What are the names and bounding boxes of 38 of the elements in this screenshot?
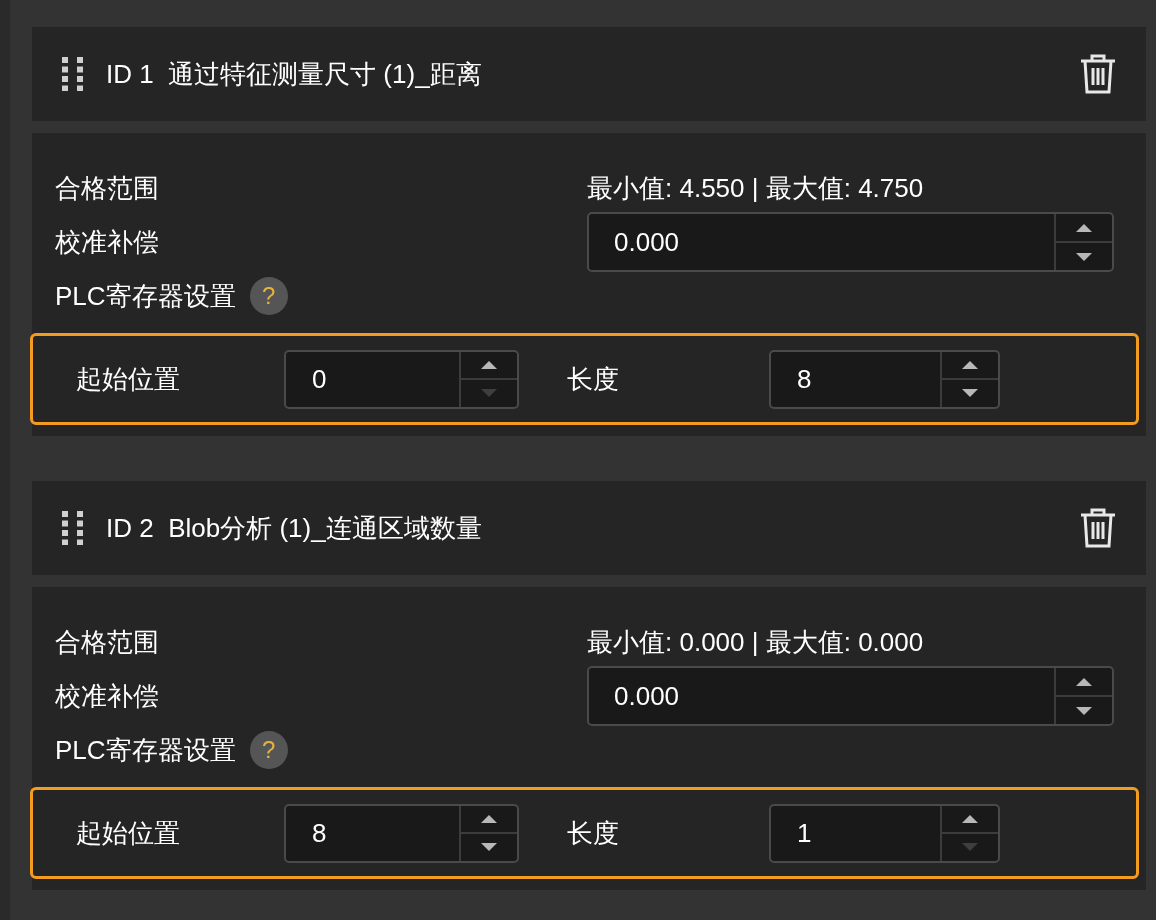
field-label: 合格范围 <box>55 625 159 659</box>
number-field[interactable]: 0.000 <box>587 666 1114 726</box>
down-arrow-icon <box>481 389 497 398</box>
number-field[interactable]: 8 <box>769 349 1000 409</box>
range-value: 最小值: 4.550 | 最大值: 4.750 <box>587 171 924 205</box>
item-title: ID 1 通过特征测量尺寸 (1)_距离 <box>106 57 483 91</box>
help-icon[interactable]: ? <box>249 277 288 315</box>
range-value: 最小值: 0.000 | 最大值: 0.000 <box>587 625 924 659</box>
up-arrow-icon <box>1076 223 1092 232</box>
down-arrow-icon <box>1076 252 1092 261</box>
field-label: 校准补偿 <box>55 225 159 259</box>
field-label: 起始位置 <box>76 816 181 850</box>
up-arrow-icon <box>962 360 978 369</box>
field-label: PLC寄存器设置 <box>55 733 236 767</box>
drag-handle-icon[interactable] <box>62 511 84 545</box>
drag-handle-icon[interactable] <box>62 57 84 91</box>
down-arrow-icon <box>1076 706 1092 715</box>
trash-icon[interactable] <box>1080 54 1116 94</box>
trash-icon[interactable] <box>1080 508 1116 548</box>
field-label: 长度 <box>566 362 620 396</box>
field-label: 合格范围 <box>55 171 159 205</box>
number-field[interactable]: 0 <box>284 349 519 409</box>
number-field[interactable]: 8 <box>284 803 519 863</box>
field-label: 起始位置 <box>76 362 181 396</box>
up-arrow-icon <box>1076 677 1092 686</box>
down-arrow-icon <box>962 389 978 398</box>
up-arrow-icon <box>481 360 497 369</box>
down-arrow-icon <box>962 843 978 852</box>
up-arrow-icon <box>962 814 978 823</box>
number-field[interactable]: 1 <box>769 803 1000 863</box>
field-label: 校准补偿 <box>55 679 159 713</box>
number-field[interactable]: 0.000 <box>587 212 1114 272</box>
help-icon[interactable]: ? <box>249 731 288 769</box>
up-arrow-icon <box>481 814 497 823</box>
item-title: ID 2 Blob分析 (1)_连通区域数量 <box>106 511 483 545</box>
field-label: PLC寄存器设置 <box>55 279 236 313</box>
down-arrow-icon <box>481 843 497 852</box>
field-label: 长度 <box>566 816 620 850</box>
